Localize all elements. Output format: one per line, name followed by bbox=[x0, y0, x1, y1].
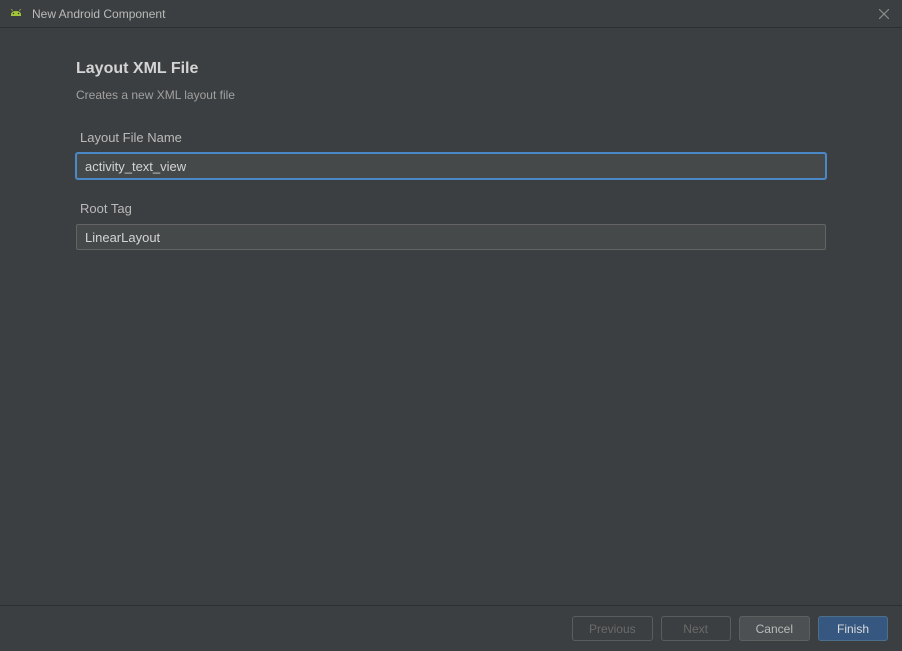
previous-button[interactable]: Previous bbox=[572, 616, 653, 641]
page-title: Layout XML File bbox=[76, 60, 826, 78]
window-title: New Android Component bbox=[32, 7, 874, 21]
layout-file-name-input[interactable] bbox=[76, 153, 826, 179]
layout-file-name-label: Layout File Name bbox=[80, 130, 826, 145]
finish-button[interactable]: Finish bbox=[818, 616, 888, 641]
root-tag-input[interactable] bbox=[76, 224, 826, 250]
next-button[interactable]: Next bbox=[661, 616, 731, 641]
android-icon bbox=[8, 6, 24, 22]
page-subtitle: Creates a new XML layout file bbox=[76, 88, 826, 102]
close-icon[interactable] bbox=[874, 4, 894, 24]
title-bar: New Android Component bbox=[0, 0, 902, 28]
cancel-button[interactable]: Cancel bbox=[739, 616, 810, 641]
root-tag-group: Root Tag bbox=[76, 201, 826, 250]
layout-file-name-group: Layout File Name bbox=[76, 130, 826, 179]
content-area: Layout XML File Creates a new XML layout… bbox=[0, 28, 902, 605]
button-bar: Previous Next Cancel Finish bbox=[0, 605, 902, 651]
root-tag-label: Root Tag bbox=[80, 201, 826, 216]
